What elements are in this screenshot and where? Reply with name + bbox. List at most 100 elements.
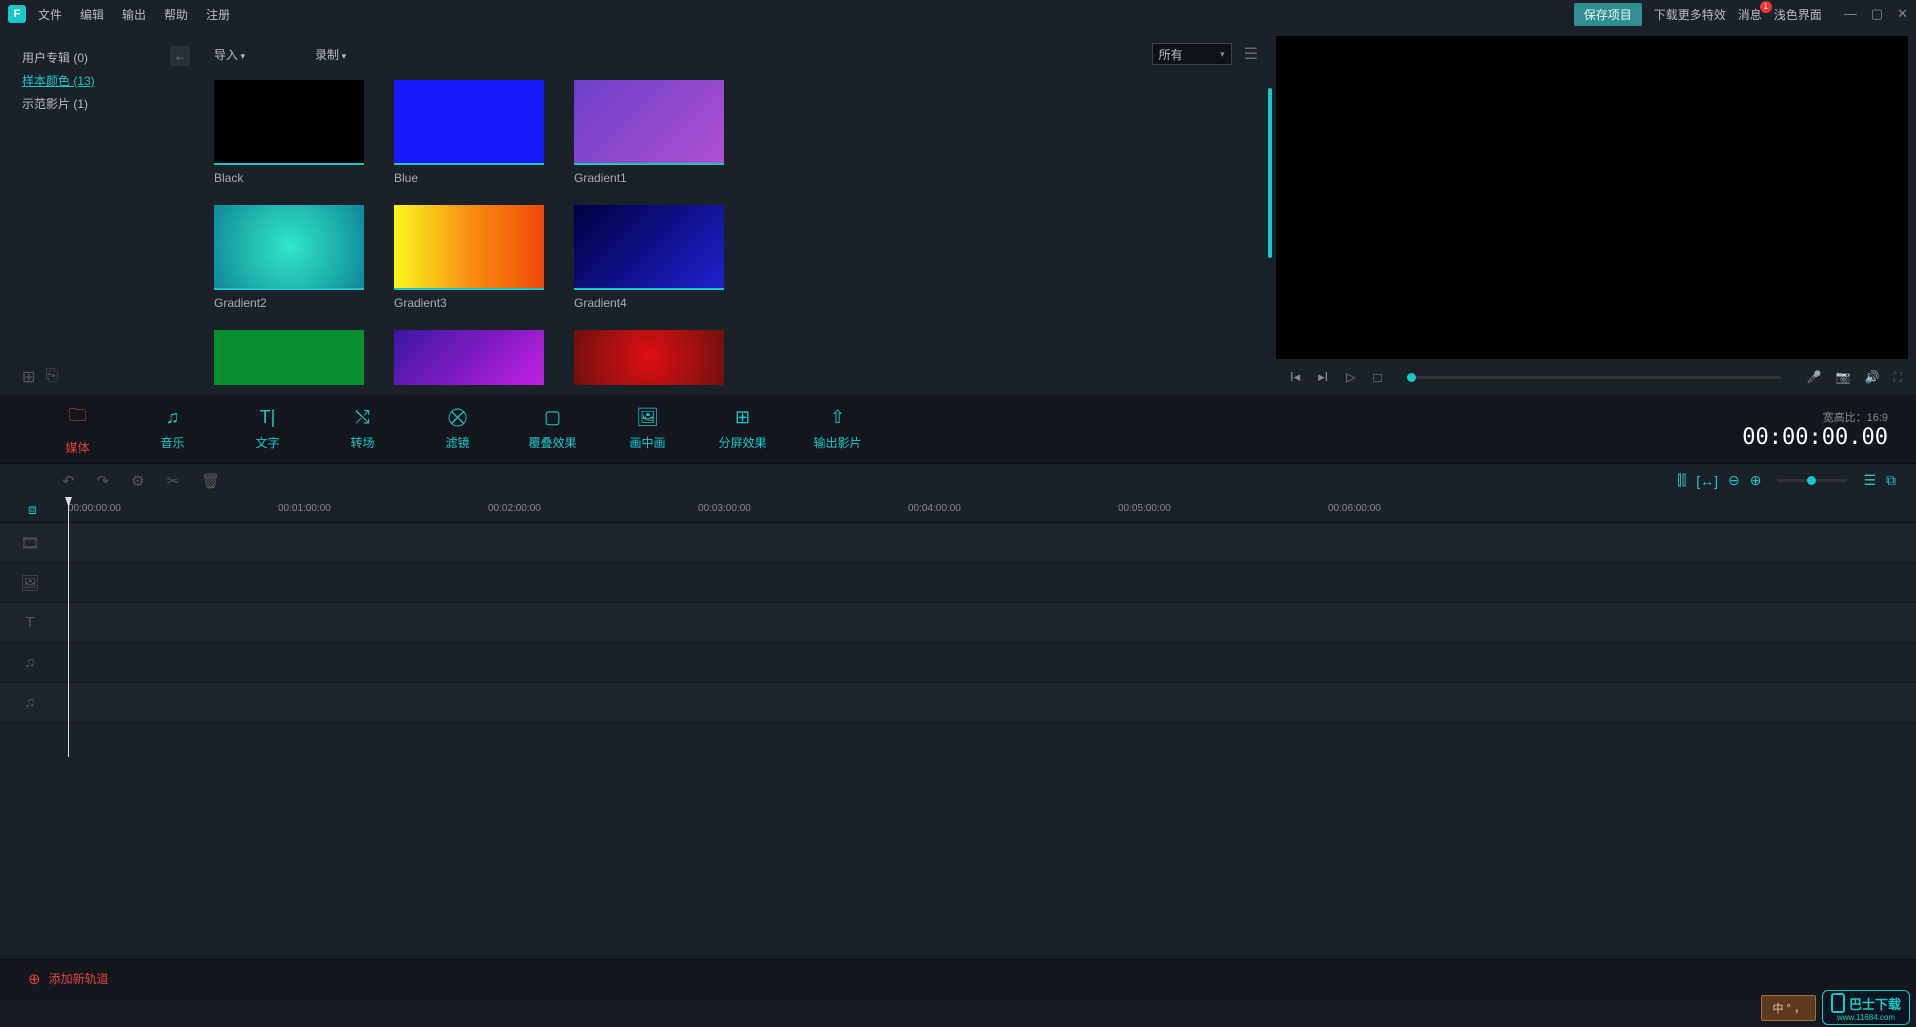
ruler-mark: 00:00:00:00 [68, 503, 121, 514]
playhead[interactable] [68, 497, 69, 757]
new-folder-icon[interactable]: ⊞ [22, 367, 35, 387]
thumb-gradient6[interactable] [394, 330, 544, 385]
tab-pip[interactable]: 🖼 画中画 [600, 407, 695, 451]
menu-output[interactable]: 输出 [122, 6, 146, 23]
ruler-mark: 00:03:00:00 [698, 503, 751, 514]
marker-icon[interactable]: ⫿⫿ [1677, 472, 1686, 489]
audio-track-1[interactable]: ♫ [0, 643, 1916, 683]
media-toolbar: 导入 录制 所有 ☰ [214, 42, 1258, 66]
menu-help[interactable]: 帮助 [164, 6, 188, 23]
download-effects-link[interactable]: 下载更多特效 [1654, 6, 1726, 23]
tab-media[interactable]: 🗀 媒体 [30, 403, 125, 456]
add-track-button[interactable]: ⊕ 添加新轨道 [0, 959, 1916, 997]
overlay-track[interactable]: 🖼 [0, 563, 1916, 603]
timecode-area: 宽高比：16:9 00:00:00.00 [1742, 409, 1916, 450]
tab-label: 滤镜 [445, 434, 469, 451]
tab-transition[interactable]: ⤭ 转场 [315, 407, 410, 451]
save-project-button[interactable]: 保存项目 [1574, 3, 1642, 26]
messages-link[interactable]: 消息 1 [1738, 6, 1762, 23]
thumb-gradient7[interactable] [574, 330, 724, 385]
volume-icon[interactable]: 🔊 [1865, 370, 1880, 385]
tab-label: 媒体 [65, 439, 89, 456]
menu-file[interactable]: 文件 [38, 6, 62, 23]
import-folder-icon[interactable]: ⎘ [45, 367, 58, 387]
text-track-icon: T [0, 614, 60, 631]
menu-register[interactable]: 注册 [206, 6, 230, 23]
tab-overlay[interactable]: ▢ 覆叠效果 [505, 407, 600, 451]
audio-track-icon: ♫ [0, 654, 60, 671]
minimize-button[interactable]: — [1844, 6, 1857, 22]
folder-icon: 🗀 [69, 403, 87, 433]
menu-edit[interactable]: 编辑 [80, 6, 104, 23]
ime-indicator: 中 ° ， [1761, 995, 1816, 1021]
thumb-gradient1[interactable]: Gradient1 [574, 80, 724, 185]
preview-seek-slider[interactable] [1407, 376, 1780, 379]
app-logo: F [8, 5, 26, 23]
thumb-gradient4[interactable]: Gradient4 [574, 205, 724, 310]
zoom-out-icon[interactable]: ⊖ [1728, 472, 1740, 489]
tab-label: 画中画 [629, 434, 665, 451]
sidebar-item-demo-clips[interactable]: 示范影片 (1) [22, 92, 200, 115]
fit-icon[interactable]: [↔] [1696, 473, 1718, 489]
timeline-ruler[interactable]: ⧈ 00:00:00:00 00:01:00:00 00:02:00:00 00… [0, 497, 1916, 523]
zoom-in-icon[interactable]: ⊕ [1750, 472, 1762, 489]
prev-frame-icon[interactable]: I◂ [1290, 369, 1300, 385]
thumb-blue[interactable]: Blue [394, 80, 544, 185]
magnet-icon[interactable]: ⧈ [28, 501, 37, 518]
tab-music[interactable]: ♫ 音乐 [125, 407, 220, 451]
watermark-url: www.11684.com [1837, 1013, 1895, 1022]
video-track[interactable]: 🎞 [0, 523, 1916, 563]
sidebar-collapse-button[interactable]: ← [170, 46, 190, 66]
thumb-black[interactable]: Black [214, 80, 364, 185]
media-filter-select[interactable]: 所有 [1152, 43, 1232, 65]
stop-icon[interactable]: □ [1374, 370, 1382, 385]
record-dropdown[interactable]: 录制 [315, 46, 346, 63]
thumb-label: Gradient1 [574, 171, 724, 185]
text-track[interactable]: T [0, 603, 1916, 643]
layers-icon[interactable]: ⧉ [1886, 472, 1896, 489]
zoom-slider[interactable] [1777, 479, 1847, 482]
undo-icon[interactable]: ↶ [62, 472, 75, 490]
sidebar-item-sample-colors[interactable]: 样本颜色 (13) [22, 69, 200, 92]
voiceover-icon[interactable]: 🎤 [1807, 370, 1822, 385]
cut-icon[interactable]: ✂ [167, 472, 180, 490]
tab-label: 分屏效果 [718, 434, 766, 451]
media-scrollbar[interactable] [1268, 88, 1272, 258]
thumb-gradient3[interactable]: Gradient3 [394, 205, 544, 310]
snapshot-icon[interactable]: 📷 [1836, 370, 1851, 385]
thumb-gradient2[interactable]: Gradient2 [214, 205, 364, 310]
zoom-handle[interactable] [1807, 476, 1816, 485]
pip-icon: 🖼 [636, 407, 659, 428]
thumb-label: Black [214, 171, 364, 185]
list-view-icon[interactable]: ☰ [1244, 44, 1258, 64]
light-ui-toggle[interactable]: 浅色界面 [1774, 6, 1822, 23]
tab-label: 覆叠效果 [528, 434, 576, 451]
thumb-label: Blue [394, 171, 544, 185]
timeline: ⧈ 00:00:00:00 00:01:00:00 00:02:00:00 00… [0, 497, 1916, 997]
list-icon[interactable]: ☰ [1863, 472, 1876, 489]
import-dropdown[interactable]: 导入 [214, 46, 245, 63]
tab-text[interactable]: T| 文字 [220, 407, 315, 451]
delete-icon[interactable]: 🗑 [201, 472, 220, 490]
tab-filter[interactable]: ⛒ 滤镜 [410, 407, 505, 451]
site-watermark: 巴士下载 www.11684.com [1822, 990, 1910, 1025]
timecode-display: 00:00:00.00 [1742, 425, 1888, 450]
close-button[interactable]: ✕ [1897, 6, 1908, 22]
audio-track-2[interactable]: ♫ [0, 683, 1916, 723]
tab-split[interactable]: ⊞ 分屏效果 [695, 407, 790, 451]
preview-video[interactable] [1276, 36, 1908, 359]
redo-icon[interactable]: ↷ [97, 472, 110, 490]
next-frame-icon[interactable]: ▸I [1318, 369, 1328, 385]
fullscreen-icon[interactable]: ⛶ [1894, 370, 1902, 385]
seek-handle[interactable] [1407, 373, 1416, 382]
maximize-button[interactable]: ▢ [1871, 6, 1883, 22]
tab-export[interactable]: ⇧ 输出影片 [790, 407, 885, 451]
thumb-gradient5[interactable] [214, 330, 364, 385]
titlebar: F 文件 编辑 输出 帮助 注册 保存项目 下载更多特效 消息 1 浅色界面 —… [0, 0, 1916, 28]
thumb-label: Gradient2 [214, 296, 364, 310]
play-icon[interactable]: ▷ [1346, 370, 1355, 384]
preview-panel: I◂ ▸I ▷ □ 🎤 📷 🔊 ⛶ [1276, 28, 1916, 395]
tab-label: 音乐 [160, 434, 184, 451]
video-track-icon: 🎞 [0, 534, 60, 552]
settings-icon[interactable]: ⚙ [131, 472, 144, 490]
